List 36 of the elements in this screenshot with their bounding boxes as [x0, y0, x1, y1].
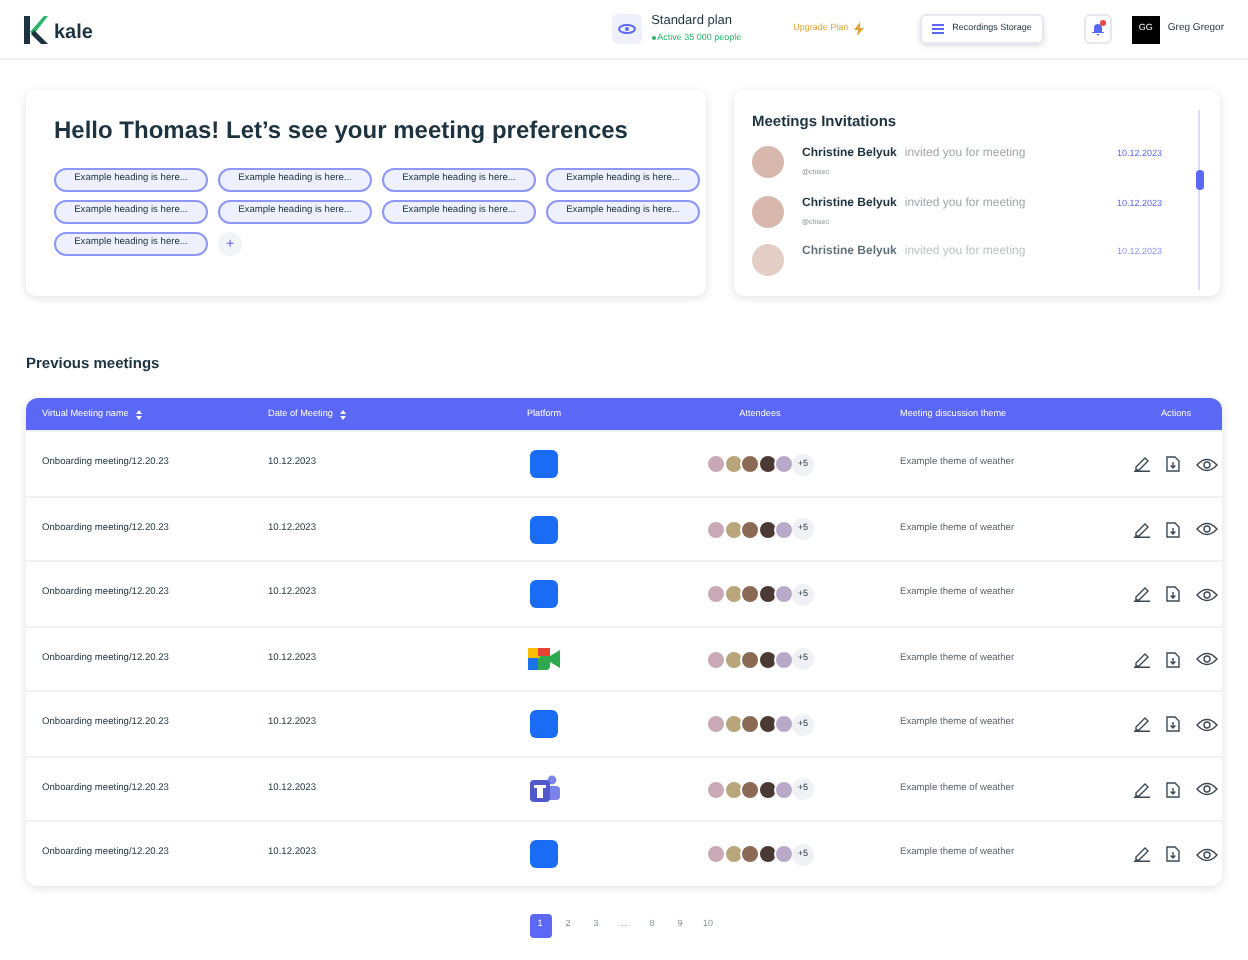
video-app-icon: [530, 710, 558, 738]
edit-icon[interactable]: [1134, 586, 1150, 602]
video-app-icon: [530, 840, 558, 868]
eye-icon[interactable]: [1196, 652, 1218, 666]
notification-button[interactable]: [1083, 14, 1112, 44]
eye-icon[interactable]: [1196, 522, 1218, 536]
eye-icon[interactable]: [1196, 847, 1218, 861]
edit-icon[interactable]: [1134, 846, 1150, 862]
plan-icon: [611, 14, 642, 44]
edit-icon[interactable]: [1134, 716, 1150, 732]
document-icon[interactable]: [1166, 456, 1180, 472]
team-app-icon: [528, 774, 560, 804]
video-app-icon: [530, 450, 558, 478]
video-camera-icon: [528, 646, 560, 672]
logo-icon: [24, 15, 48, 43]
logo-text: kale: [54, 19, 93, 47]
preferences-title: Hello Thomas! Let’s see your meeting preferences: [54, 118, 630, 142]
edit-icon[interactable]: [1134, 651, 1150, 667]
eye-icon[interactable]: [1196, 457, 1218, 471]
document-icon[interactable]: [1166, 846, 1180, 862]
edit-icon[interactable]: [1134, 456, 1150, 472]
video-app-icon: [530, 515, 558, 543]
document-icon[interactable]: [1166, 781, 1180, 797]
document-icon[interactable]: [1166, 716, 1180, 732]
document-icon[interactable]: [1166, 651, 1180, 667]
eye-icon[interactable]: [1196, 587, 1218, 601]
video-app-icon: [530, 580, 558, 608]
document-icon[interactable]: [1166, 521, 1180, 537]
eye-icon[interactable]: [1196, 782, 1218, 796]
edit-icon[interactable]: [1134, 781, 1150, 797]
list-icon: [932, 24, 945, 34]
eye-icon[interactable]: [1196, 717, 1218, 731]
lightning-icon: [854, 22, 865, 36]
document-icon[interactable]: [1166, 586, 1180, 602]
bell-icon: [1091, 22, 1104, 36]
edit-icon[interactable]: [1134, 521, 1150, 537]
